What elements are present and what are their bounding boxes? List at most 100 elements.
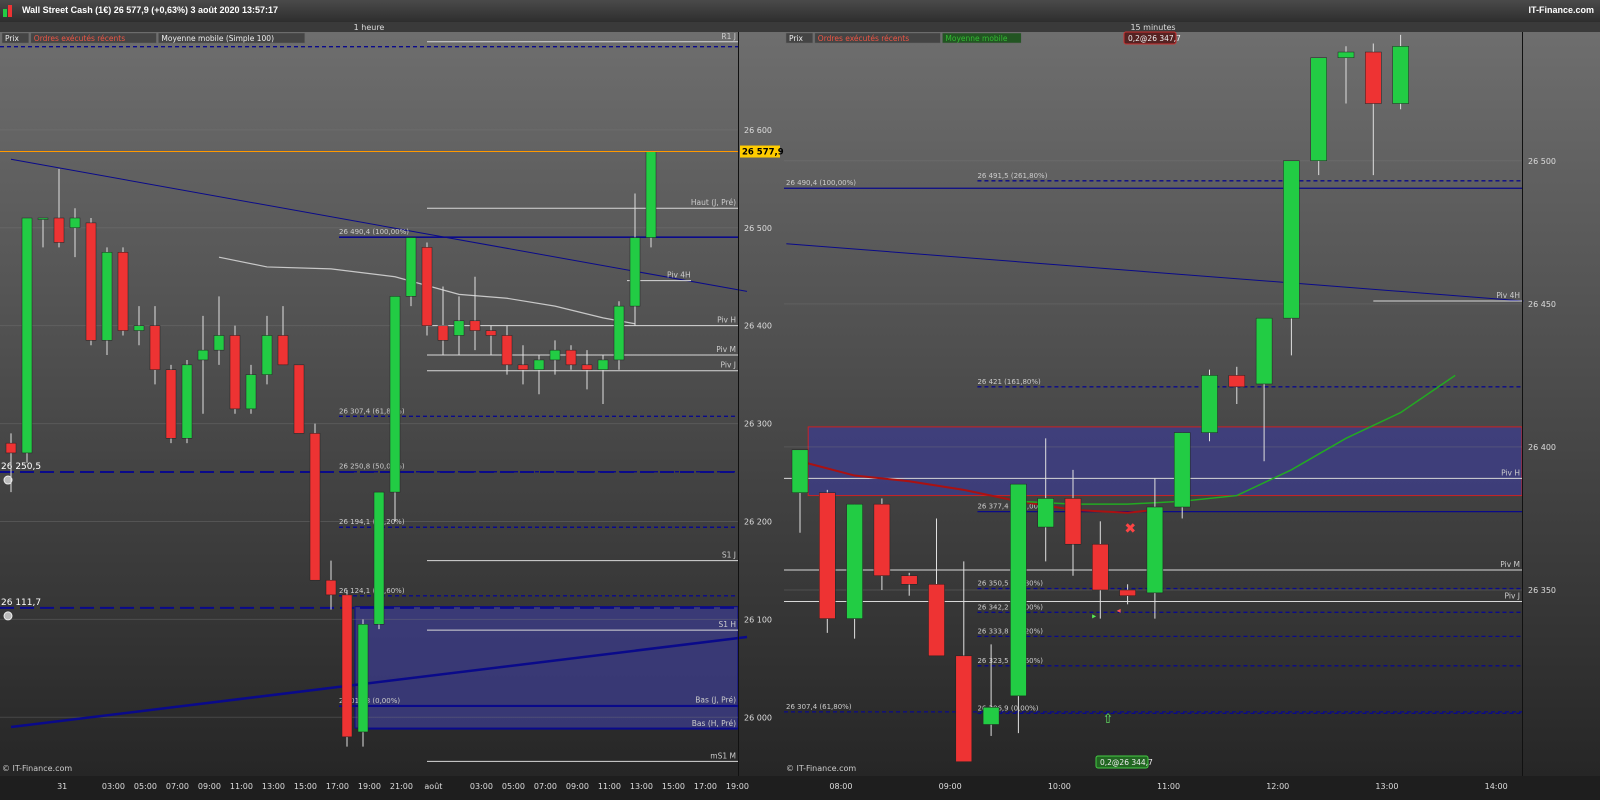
candle-body [1119,589,1136,596]
x-tick-label: août [424,782,442,791]
candle [421,242,433,336]
panel-title: 15 minutes [1130,23,1175,32]
x-tick-label: 12:00 [1266,782,1289,791]
candle-body [309,433,321,581]
candle-body [1310,57,1327,162]
level-label: Piv 4H [1496,291,1520,300]
x-tick-label: 09:00 [198,782,221,791]
candle [117,247,129,336]
candle [357,619,369,747]
candle-body [1010,483,1027,697]
level-label: Piv H [717,316,736,325]
level-label: 26 421 (161,80%) [977,378,1041,386]
plot-background [784,32,1522,776]
candle-body [5,442,17,454]
fibo-label: 26 490,4 (100,00%) [339,228,409,236]
order-badge-bottom-label: 0,2@26 344,7 [1100,758,1153,767]
y-tick-label: 26 600 [744,126,772,135]
candle-body [389,296,401,493]
watermark: © IT-Finance.com [786,764,856,773]
candle-body [373,491,385,625]
candle-body [149,325,161,370]
candle [181,359,193,444]
y-tick-label: 26 300 [744,420,772,429]
candle [165,364,177,444]
candle [389,296,401,522]
candle-body [437,325,449,341]
x-tick-label: 11:00 [230,782,253,791]
x-tick-label: 21:00 [390,782,413,791]
level-label: Piv J [721,361,736,370]
order-marker-icon [3,611,13,621]
y-tick-label: 26 500 [744,224,772,233]
level-label: 26 307,4 (61,80%) [786,703,852,711]
panel-title: 1 heure [354,23,385,32]
candle-body [873,503,891,576]
price-zone [807,426,1523,497]
charts-canvas[interactable]: 1 heure 26 000 26 100 26 200 26 300 26 400 26 … [0,22,1600,800]
sell-marker-icon: ◂ [1117,606,1121,615]
x-tick-label: 14:00 [1485,782,1508,791]
y-tick-label: 26 350 [1528,586,1556,595]
candle-body [293,364,305,434]
order-level-label: 26 250,5 [1,462,41,472]
candle-body [1201,375,1218,433]
candle-body [245,374,257,410]
candle-body [213,335,225,351]
candle [1201,369,1218,442]
candle-body [645,151,657,238]
candle [645,151,657,248]
candle-body [819,492,836,619]
y-tick-label: 26 400 [1528,443,1556,452]
watermark: © IT-Finance.com [2,764,72,773]
y-tick-label: 26 000 [744,713,772,722]
order-level-label: 26 111,7 [1,598,41,608]
candle-body [341,594,353,738]
candle-body [1228,375,1246,388]
legend-label: Moyenne mobile (Simple 100) [161,34,274,43]
level-label: Piv M [1500,560,1520,569]
x-tick-label: 13:00 [262,782,285,791]
candle-body [1337,51,1355,59]
x-tick-label: 09:00 [939,782,962,791]
x-tick-label: 07:00 [166,782,189,791]
candle-body [85,222,97,341]
candle-body [517,364,529,370]
level-label: Piv H [1501,468,1520,477]
buy-arrow-icon: ⇧ [1102,712,1113,727]
candle-body [581,364,593,370]
price-axis-background [1522,32,1600,776]
candle-body [133,325,145,331]
level-label: Bas (J, Pré) [695,696,736,705]
buy-marker-icon: ▸ [1092,612,1096,621]
last-price-label: 26 577,9 [742,148,784,158]
candle [21,217,33,463]
x-tick-label: 15:00 [662,782,685,791]
level-label: R1 J [721,32,736,41]
candle-body [453,320,465,336]
candle-body [533,359,545,370]
x-tick-label: 11:00 [598,782,621,791]
candle-body [1392,46,1409,104]
candle-body [846,503,863,619]
candle-body [1365,51,1382,104]
candle-body [982,707,1000,725]
legend-label: Prix [5,34,20,43]
candle-body [597,359,609,370]
x-tick-label: 17:00 [326,782,349,791]
x-tick-label: 03:00 [102,782,125,791]
candle-body [53,217,65,243]
legend-label: Ordres exécutés récents [34,34,125,43]
candle [341,590,353,747]
price-axis-background [738,32,784,776]
x-tick-label: 13:00 [630,782,653,791]
candle [101,247,113,356]
candle-body [197,349,209,361]
candle-body [928,584,945,657]
price-zone [354,606,739,729]
level-label: Bas (H, Pré) [692,719,736,728]
order-badge-top-label: 0,2@26 347,7 [1128,34,1181,43]
candle-body [229,335,241,410]
x-tick-label: 19:00 [358,782,381,791]
candle-body [1064,498,1082,545]
